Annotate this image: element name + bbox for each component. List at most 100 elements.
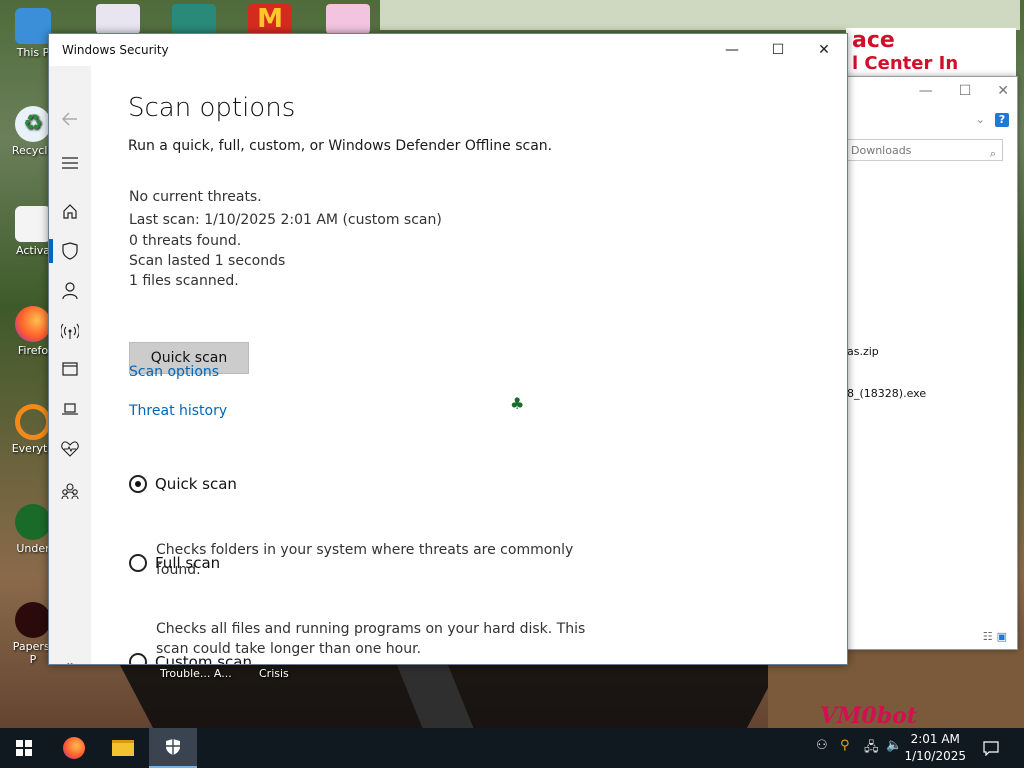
- main-content: Scan options Run a quick, full, custom, …: [128, 66, 847, 664]
- gear-icon: [66, 663, 74, 664]
- desktop-top-icon-4[interactable]: [326, 4, 370, 34]
- action-center-button[interactable]: [968, 728, 1014, 768]
- shield-icon: [62, 242, 78, 260]
- status-threats-found: 0 threats found.: [129, 233, 242, 249]
- desktop-icon-label: Firefo: [17, 344, 49, 357]
- taskbar-file-explorer[interactable]: [99, 728, 147, 768]
- page-title: Scan options: [128, 93, 296, 123]
- scan-options-link[interactable]: Scan options: [129, 364, 219, 380]
- taskbar-windows-security[interactable]: [149, 728, 197, 768]
- close-button[interactable]: ✕: [801, 34, 847, 66]
- taskbar: ⚇ ⚲ 🖧 🔈 2:01 AM 1/10/2025: [0, 728, 1024, 768]
- desktop-top-icon-2[interactable]: [172, 4, 216, 34]
- maximize-icon[interactable]: ☐: [959, 83, 972, 99]
- search-icon: ⌕: [989, 147, 996, 160]
- wireless-icon: [61, 323, 79, 339]
- radio-button-selected[interactable]: [129, 475, 147, 493]
- papers-please-icon: [15, 602, 51, 638]
- mcdonalds-icon[interactable]: M: [248, 4, 292, 34]
- custom-scan-radio[interactable]: Custom scan: [129, 653, 252, 665]
- nav-settings[interactable]: [49, 655, 91, 664]
- banner-line-2: l Center In: [852, 53, 959, 74]
- explorer-window-controls: — ☐ ✕: [919, 83, 1009, 99]
- network-people-icon[interactable]: ⚇: [816, 738, 828, 753]
- desktop-label-crisis: Crisis: [259, 667, 289, 680]
- person-icon: [62, 282, 78, 300]
- file-item[interactable]: as.zip: [847, 345, 879, 358]
- undertale-icon: [15, 504, 51, 540]
- file-explorer-window[interactable]: — ☐ ✕ ⌄ ? Downloads ⌕ as.zip 8_(18328).e…: [846, 76, 1018, 650]
- clock-date: 1/10/2025: [904, 749, 966, 763]
- view-toggle[interactable]: ☷ ▣: [983, 630, 1007, 643]
- nav-account-protection[interactable]: [49, 276, 91, 306]
- nav-home[interactable]: [49, 196, 91, 226]
- back-arrow-icon: [62, 112, 77, 126]
- firefox-icon: [15, 306, 51, 342]
- network-icon[interactable]: 🖧: [864, 738, 879, 760]
- full-scan-radio[interactable]: Full scan: [129, 554, 220, 572]
- watermark-text: VM0bot: [820, 703, 917, 729]
- desktop-icon-label: Activa: [16, 244, 50, 257]
- shield-icon: [166, 739, 180, 755]
- banner-line-1: ace: [852, 28, 895, 53]
- back-button[interactable]: [49, 104, 91, 134]
- help-icon[interactable]: ?: [995, 113, 1009, 127]
- nav-virus-threat-protection[interactable]: [49, 236, 91, 266]
- maximize-button[interactable]: ☐: [755, 34, 801, 66]
- nav-device-security[interactable]: [49, 394, 91, 424]
- volume-muted-icon[interactable]: 🔈: [886, 738, 902, 753]
- status-files-scanned: 1 files scanned.: [129, 273, 239, 289]
- radio-button[interactable]: [129, 653, 147, 664]
- nav-firewall-network[interactable]: [49, 316, 91, 346]
- radio-button[interactable]: [129, 554, 147, 572]
- laptop-icon: [62, 403, 78, 415]
- search-placeholder: Downloads: [851, 144, 912, 157]
- folder-icon: [112, 740, 134, 756]
- start-button[interactable]: [0, 728, 48, 768]
- computer-icon: [15, 8, 51, 44]
- taskbar-firefox[interactable]: [50, 728, 98, 768]
- threat-history-link[interactable]: Threat history: [129, 403, 227, 419]
- radio-label: Quick scan: [155, 475, 237, 493]
- minimize-icon[interactable]: —: [919, 83, 933, 99]
- desktop-icon-label: Under: [16, 542, 50, 555]
- close-icon[interactable]: ✕: [997, 83, 1009, 99]
- nav-app-browser-control[interactable]: [49, 354, 91, 384]
- minimize-button[interactable]: —: [709, 34, 755, 66]
- side-nav: [49, 66, 91, 664]
- radio-label: Custom scan: [155, 653, 252, 665]
- quick-scan-radio[interactable]: Quick scan: [129, 475, 237, 493]
- explorer-search-input[interactable]: Downloads ⌕: [847, 139, 1003, 161]
- background-banner: ace l Center In: [846, 28, 1016, 76]
- search-tray-icon[interactable]: ⚲: [840, 738, 850, 753]
- details-view-icon[interactable]: ☷: [983, 630, 993, 643]
- status-last-scan: Last scan: 1/10/2025 2:01 AM (custom sca…: [129, 212, 442, 228]
- hamburger-menu-button[interactable]: [49, 148, 91, 178]
- file-item[interactable]: 8_(18328).exe: [847, 387, 926, 400]
- browser-window-icon: [62, 362, 78, 376]
- document-icon: [15, 206, 51, 242]
- notification-icon: [983, 741, 999, 756]
- desktop-top-icon-1[interactable]: [96, 4, 140, 34]
- quick-scan-description: Checks folders in your system where thre…: [156, 542, 574, 578]
- status-no-threats: No current threats.: [129, 189, 262, 205]
- hamburger-icon: [62, 157, 78, 169]
- recycle-bin-icon: ♻: [15, 106, 51, 142]
- taskbar-clock[interactable]: 2:01 AM 1/10/2025: [904, 731, 966, 765]
- everything-search-icon: [15, 404, 51, 440]
- nav-device-performance-health[interactable]: [49, 434, 91, 464]
- family-icon: [61, 483, 79, 499]
- windows-logo-icon: [16, 740, 32, 756]
- nav-family-options[interactable]: [49, 476, 91, 506]
- chevron-down-icon[interactable]: ⌄: [976, 113, 985, 126]
- desktop-icon-label: This P: [16, 46, 50, 59]
- home-icon: [63, 204, 77, 219]
- clock-time: 2:01 AM: [910, 732, 960, 746]
- title-bar[interactable]: Windows Security — ☐ ✕: [49, 34, 847, 66]
- thumbnail-view-icon[interactable]: ▣: [997, 630, 1007, 643]
- wallpaper-sky: [380, 0, 1020, 30]
- radio-label: Full scan: [155, 554, 221, 572]
- firefox-icon: [63, 737, 85, 759]
- desktop-label-trouble: Trouble... A...: [160, 667, 232, 680]
- heart-pulse-icon: [61, 441, 79, 457]
